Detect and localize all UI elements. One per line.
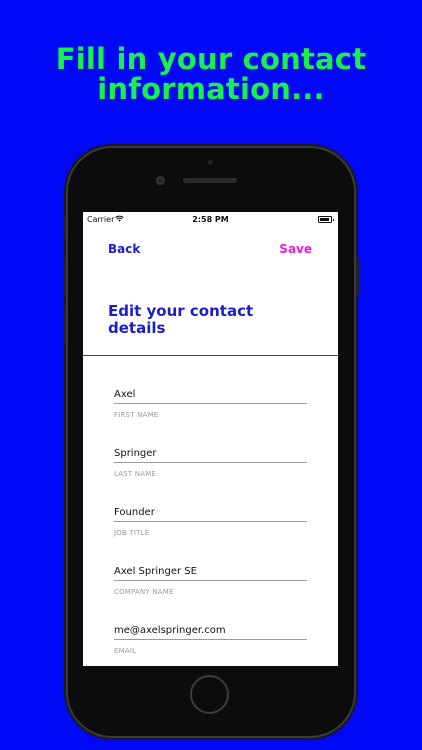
volume-up-button: [63, 258, 66, 296]
company-name-input[interactable]: [114, 563, 307, 581]
first-name-field: FIRST NAME: [114, 386, 307, 419]
app-screen: Carrier 2:58 PM Back Save Edit your cont…: [83, 212, 338, 666]
last-name-label: LAST NAME: [114, 470, 157, 478]
header-divider: [83, 355, 338, 356]
last-name-field: LAST NAME: [114, 445, 307, 478]
battery-icon: [318, 216, 334, 223]
volume-down-button: [63, 306, 66, 344]
first-name-input[interactable]: [114, 386, 307, 404]
email-label: EMAIL: [114, 647, 137, 655]
job-title-label: JOB TITLE: [114, 529, 150, 537]
save-button[interactable]: Save: [279, 242, 312, 256]
job-title-input[interactable]: [114, 504, 307, 522]
status-time: 2:58 PM: [192, 215, 229, 224]
mute-switch: [63, 216, 66, 238]
front-camera-icon: [156, 176, 165, 185]
first-name-label: FIRST NAME: [114, 411, 159, 419]
power-button: [356, 258, 359, 296]
page-title: Edit your contact details: [108, 302, 254, 337]
company-name-field: COMPANY NAME: [114, 563, 307, 596]
company-name-label: COMPANY NAME: [114, 588, 174, 596]
home-button[interactable]: [190, 675, 229, 714]
last-name-input[interactable]: [114, 445, 307, 463]
proximity-sensor: [208, 160, 213, 165]
job-title-field: JOB TITLE: [114, 504, 307, 537]
email-input[interactable]: [114, 622, 307, 640]
email-field: EMAIL: [114, 622, 307, 655]
headline-line-2: information...: [97, 72, 325, 106]
back-button[interactable]: Back: [108, 242, 140, 256]
status-bar: Carrier 2:58 PM: [83, 212, 338, 226]
marketing-headline: Fill in your contact information...: [0, 44, 422, 104]
earpiece-speaker: [183, 178, 237, 183]
headline-line-1: Fill in your contact: [55, 42, 367, 76]
